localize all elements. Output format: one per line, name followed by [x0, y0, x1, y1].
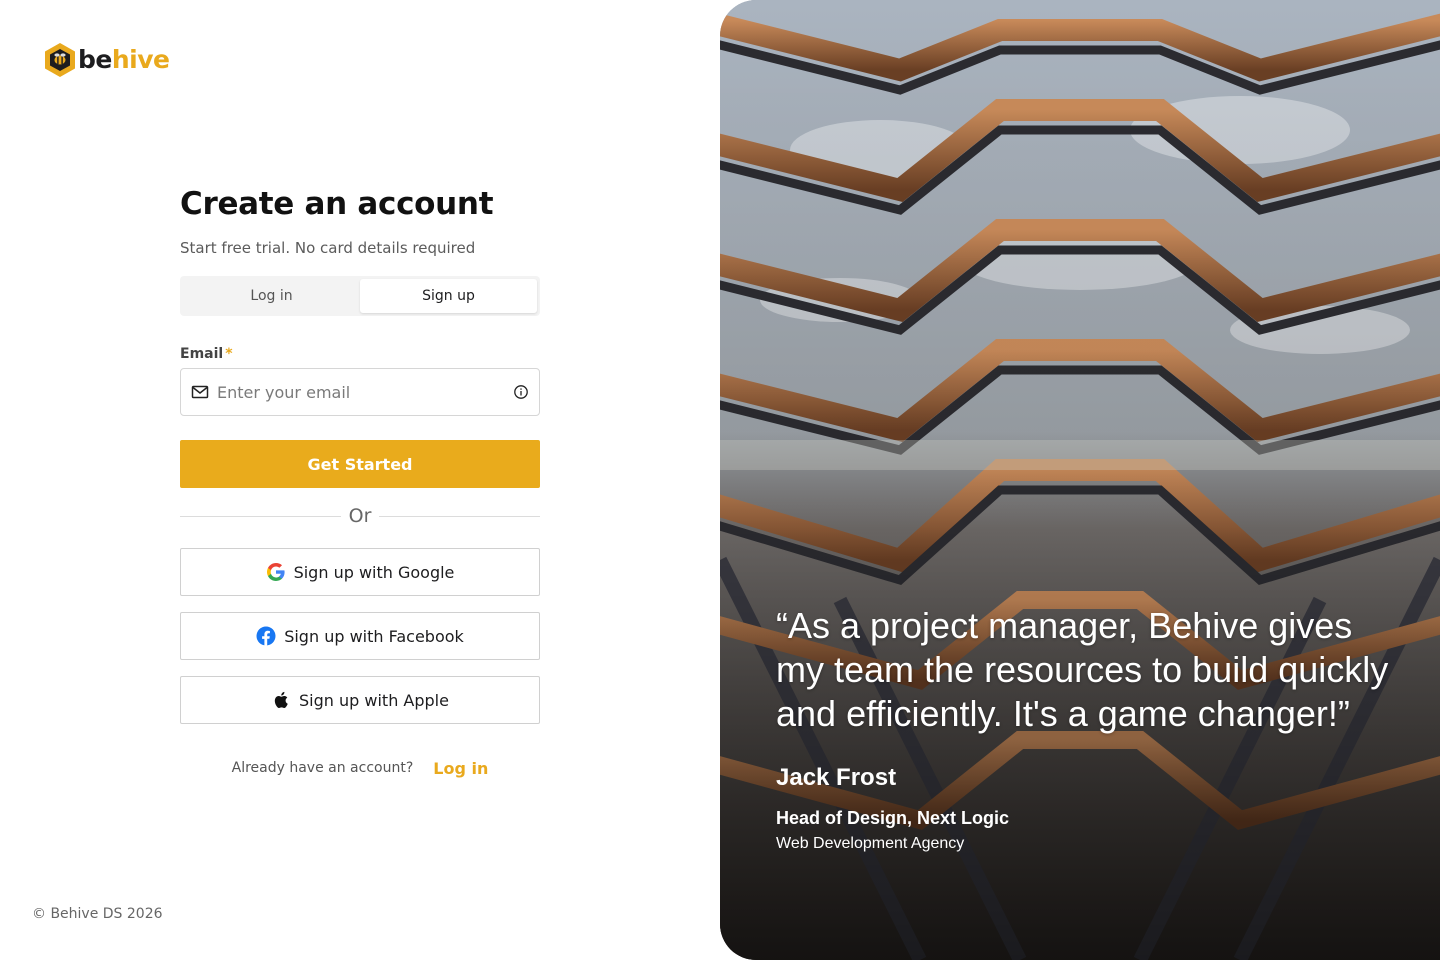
- get-started-button[interactable]: Get Started: [180, 440, 540, 488]
- tab-log-in[interactable]: Log in: [183, 279, 360, 313]
- wordmark-hive: hive: [111, 45, 170, 74]
- signup-form: Create an account Start free trial. No c…: [180, 184, 540, 780]
- testimonial-author: Jack Frost: [776, 764, 897, 791]
- copyright: © Behive DS 2026: [32, 906, 163, 922]
- already-have-account-text: Already have an account?: [231, 760, 414, 776]
- facebook-signup-label: Sign up with Facebook: [284, 626, 464, 646]
- facebook-icon: [256, 626, 276, 646]
- or-text: Or: [348, 505, 372, 527]
- divider-line-right: [379, 515, 540, 517]
- login-prompt: Already have an account? Log in: [180, 756, 540, 780]
- email-label-text: Email: [180, 346, 224, 362]
- auth-tabs: Log in Sign up: [180, 276, 540, 316]
- login-link[interactable]: Log in: [433, 759, 488, 778]
- or-divider: Or: [180, 504, 540, 528]
- testimonial-role: Head of Design, Next Logic: [776, 808, 1010, 828]
- bee-hexagon-icon: [45, 43, 75, 77]
- testimonial-panel: “As a project manager, Behive gives my t…: [720, 0, 1440, 960]
- google-icon: [266, 563, 285, 581]
- apple-signup-label: Sign up with Apple: [299, 690, 449, 710]
- wordmark-be: be: [78, 45, 112, 74]
- apple-signup-button[interactable]: Sign up with Apple: [180, 676, 540, 724]
- testimonial-quote: “As a project manager, Behive gives my t…: [776, 605, 1389, 734]
- testimonial-company: Web Development Agency: [776, 835, 965, 852]
- page-title: Create an account: [180, 186, 494, 222]
- required-marker: *: [225, 346, 233, 362]
- tab-sign-up[interactable]: Sign up: [360, 279, 537, 313]
- apple-icon: [274, 691, 288, 708]
- info-icon[interactable]: [513, 384, 529, 400]
- email-field[interactable]: [180, 368, 540, 416]
- signup-panel: behive Create an account Start free tria…: [0, 0, 720, 960]
- brand-logo[interactable]: behive: [43, 42, 170, 78]
- mail-icon: [191, 385, 209, 399]
- email-input[interactable]: [217, 382, 513, 402]
- divider-line-left: [180, 515, 341, 517]
- brand-wordmark: behive: [78, 42, 170, 78]
- google-signup-label: Sign up with Google: [293, 562, 455, 582]
- testimonial: “As a project manager, Behive gives my t…: [776, 604, 1396, 853]
- google-signup-button[interactable]: Sign up with Google: [180, 548, 540, 596]
- email-label: Email *: [180, 344, 540, 364]
- page-subtitle: Start free trial. No card details requir…: [180, 239, 476, 257]
- facebook-signup-button[interactable]: Sign up with Facebook: [180, 612, 540, 660]
